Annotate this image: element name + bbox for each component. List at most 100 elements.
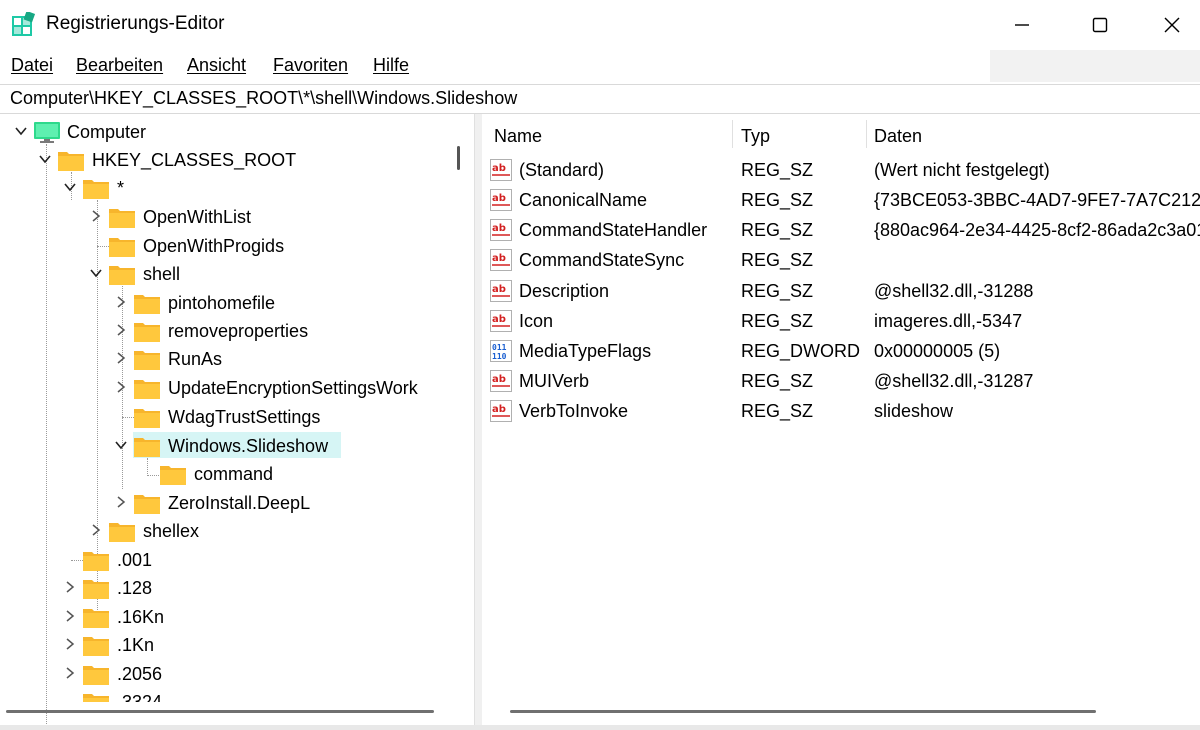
folder-icon	[134, 380, 160, 399]
tree-label: .2056	[117, 664, 163, 684]
folder-icon	[83, 609, 109, 628]
tree-node-star[interactable]: *	[0, 174, 474, 202]
chevron-right-icon[interactable]	[89, 523, 103, 537]
value-name: (Standard)	[519, 160, 605, 180]
chevron-right-icon[interactable]	[114, 495, 128, 509]
chevron-right-icon[interactable]	[114, 351, 128, 365]
chevron-down-icon[interactable]	[38, 152, 52, 166]
column-header-data[interactable]: Daten	[874, 126, 922, 147]
tree-label: Windows.Slideshow	[168, 436, 329, 456]
minimize-button[interactable]	[986, 0, 1058, 50]
column-header-name[interactable]: Name	[494, 126, 542, 147]
tree-node-wdagtrust[interactable]: WdagTrustSettings	[0, 403, 474, 431]
tree-label: .1Kn	[117, 635, 155, 655]
chevron-down-icon[interactable]	[114, 438, 128, 452]
tree-label: HKEY_CLASSES_ROOT	[92, 150, 297, 170]
tree-node-16kn[interactable]: .16Kn	[0, 603, 474, 631]
tree-node-removeproperties[interactable]: removeproperties	[0, 317, 474, 345]
column-divider[interactable]	[732, 120, 733, 148]
svg-text:ab: ab	[492, 193, 506, 204]
value-row-description[interactable]: ab Description REG_SZ @shell32.dll,-3128…	[482, 277, 1200, 307]
value-row-mediatypeflags[interactable]: 011 110 MediaTypeFlags REG_DWORD 0x000000…	[482, 337, 1200, 367]
column-divider[interactable]	[866, 120, 867, 148]
value-name: CommandStateSync	[519, 250, 685, 270]
value-row-verbtoinvoke[interactable]: ab VerbToInvoke REG_SZ slideshow	[482, 397, 1200, 427]
list-horizontal-scrollbar[interactable]	[510, 710, 1096, 713]
menu-bearbeiten[interactable]: Bearbeiten	[76, 55, 163, 76]
menu-hilfe[interactable]: Hilfe	[373, 55, 409, 76]
tree-node-openwithlist[interactable]: OpenWithList	[0, 203, 474, 231]
chevron-right-icon[interactable]	[63, 666, 77, 680]
value-name: Description	[519, 281, 610, 301]
chevron-down-icon[interactable]	[63, 180, 77, 194]
tree-node-computer[interactable]: Computer	[0, 118, 474, 146]
string-value-icon: ab	[490, 219, 512, 241]
tree-label: command	[194, 464, 274, 484]
folder-icon	[83, 552, 109, 571]
menu-ansicht[interactable]: Ansicht	[187, 55, 246, 76]
tree-node-shell[interactable]: shell	[0, 260, 474, 288]
address-path[interactable]: Computer\HKEY_CLASSES_ROOT\*\shell\Windo…	[10, 88, 517, 109]
tree-horizontal-scrollbar[interactable]	[6, 710, 434, 713]
window-title: Registrierungs-Editor	[46, 13, 225, 34]
tree-node-shellex[interactable]: shellex	[0, 517, 474, 545]
chevron-down-icon[interactable]	[89, 266, 103, 280]
chevron-right-icon[interactable]	[114, 323, 128, 337]
tree-label: UpdateEncryptionSettingsWork	[168, 378, 418, 398]
value-row-muiverb[interactable]: ab MUIVerb REG_SZ @shell32.dll,-31287	[482, 367, 1200, 397]
folder-icon	[134, 295, 160, 314]
chevron-right-icon[interactable]	[63, 580, 77, 594]
tree-node-openwithprogids[interactable]: OpenWithProgids	[0, 232, 474, 260]
string-value-icon: ab	[490, 370, 512, 392]
tree-node-windows-slideshow[interactable]: Windows.Slideshow	[0, 432, 474, 460]
tree-label: *	[117, 178, 125, 198]
chevron-right-icon[interactable]	[114, 295, 128, 309]
svg-text:011: 011	[492, 343, 507, 352]
value-data: (Wert nicht festgelegt)	[874, 160, 1050, 180]
folder-icon	[109, 238, 135, 257]
tree-node-2056[interactable]: .2056	[0, 660, 474, 688]
chevron-right-icon[interactable]	[63, 609, 77, 623]
tree-node-128[interactable]: .128	[0, 574, 474, 602]
svg-text:110: 110	[492, 352, 507, 361]
folder-icon	[83, 637, 109, 656]
value-row-canonicalname[interactable]: ab CanonicalName REG_SZ {73BCE053-3BBC-4…	[482, 186, 1200, 216]
string-value-icon: ab	[490, 310, 512, 332]
chevron-right-icon[interactable]	[63, 637, 77, 651]
folder-icon	[109, 209, 135, 228]
menu-datei[interactable]: Datei	[11, 55, 53, 76]
maximize-button[interactable]	[1064, 0, 1136, 50]
menu-favoriten[interactable]: Favoriten	[273, 55, 348, 76]
folder-icon	[109, 266, 135, 285]
tree-label: shellex	[143, 521, 200, 541]
chevron-right-icon[interactable]	[89, 209, 103, 223]
tree-node-3324[interactable]: .3324	[0, 688, 474, 702]
value-row-standard[interactable]: ab (Standard) REG_SZ (Wert nicht festgel…	[482, 156, 1200, 186]
chevron-down-icon[interactable]	[14, 124, 28, 138]
close-button[interactable]	[1136, 0, 1200, 50]
tree-label: shell	[143, 264, 181, 284]
value-type: REG_SZ	[741, 401, 814, 421]
tree-node-updateencryption[interactable]: UpdateEncryptionSettingsWork	[0, 374, 474, 402]
value-row-icon[interactable]: ab Icon REG_SZ imageres.dll,-5347	[482, 307, 1200, 337]
tree-node-1kn[interactable]: .1Kn	[0, 631, 474, 659]
tree-node-hkcr[interactable]: HKEY_CLASSES_ROOT	[0, 146, 474, 174]
tree-node-001[interactable]: .001	[0, 546, 474, 574]
tree-vertical-scrollbar[interactable]	[457, 146, 460, 170]
folder-icon	[134, 323, 160, 342]
tree-node-command[interactable]: command	[0, 460, 474, 488]
value-list[interactable]: Name Typ Daten ab (Standard) REG_SZ (Wer…	[482, 114, 1200, 730]
key-tree[interactable]: Computer HKEY_CLASSES_ROOT * OpenWithLis…	[0, 114, 474, 730]
tree-label: OpenWithList	[143, 207, 252, 227]
string-value-icon: ab	[490, 400, 512, 422]
column-header-type[interactable]: Typ	[741, 126, 770, 147]
tree-node-runas[interactable]: RunAs	[0, 345, 474, 373]
address-bar[interactable]: Computer\HKEY_CLASSES_ROOT\*\shell\Windo…	[0, 84, 1200, 114]
value-row-commandstatesync[interactable]: ab CommandStateSync REG_SZ	[482, 246, 1200, 276]
value-row-commandstatehandler[interactable]: ab CommandStateHandler REG_SZ {880ac964-…	[482, 216, 1200, 246]
tree-node-zeroinstall[interactable]: ZeroInstall.DeepL	[0, 489, 474, 517]
chevron-right-icon[interactable]	[114, 380, 128, 394]
svg-text:ab: ab	[492, 404, 506, 415]
string-value-icon: ab	[490, 280, 512, 302]
tree-node-pintohomefile[interactable]: pintohomefile	[0, 289, 474, 317]
